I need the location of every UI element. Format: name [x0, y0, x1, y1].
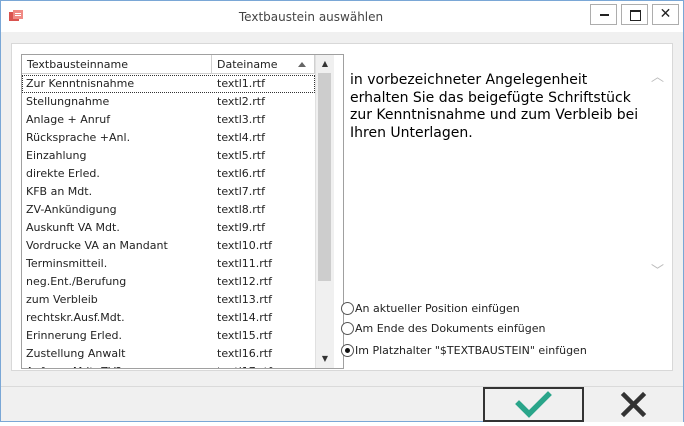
row-file: textl6.rtf: [217, 167, 265, 180]
sort-ascending-icon: [298, 62, 306, 67]
table-row[interactable]: Zustellung Anwalt textl16.rtf: [22, 345, 315, 363]
preview-scroll-down-icon[interactable]: ﹀: [651, 260, 664, 279]
table-row[interactable]: Anfrage Mdt. ZV? textl17.rtf: [22, 363, 315, 368]
radio-button[interactable]: [341, 302, 354, 315]
row-name: Auskunft VA Mdt.: [26, 221, 120, 234]
table-row[interactable]: Stellungnahme textl2.rtf: [22, 93, 315, 111]
maximize-icon: [630, 10, 641, 21]
row-name: Erinnerung Erled.: [26, 329, 122, 342]
table-row[interactable]: Vordrucke VA an Mandant textl10.rtf: [22, 237, 315, 255]
row-name: Zur Kenntnisnahme: [26, 77, 135, 90]
table-row[interactable]: ZV-Ankündigung textl8.rtf: [22, 201, 315, 219]
row-name: zum Verbleib: [26, 293, 98, 306]
radio-label: An aktueller Position einfügen: [355, 302, 520, 315]
table-row[interactable]: direkte Erled. textl6.rtf: [22, 165, 315, 183]
column-header-name[interactable]: Textbausteinname: [22, 55, 212, 74]
table-row[interactable]: Zur Kenntnisnahme textl1.rtf: [22, 75, 315, 93]
row-file: textl16.rtf: [217, 347, 272, 360]
table-row[interactable]: Terminsmitteil. textl11.rtf: [22, 255, 315, 273]
close-icon: ✕: [659, 6, 672, 22]
row-name: Vordrucke VA an Mandant: [26, 239, 168, 252]
table-row[interactable]: neg.Ent./Berufung textl12.rtf: [22, 273, 315, 291]
row-name: rechtskr.Ausf.Mdt.: [26, 311, 125, 324]
dialog-window: Textbaustein auswählen ✕ Textbausteinnam…: [0, 0, 684, 422]
minimize-button[interactable]: [590, 4, 617, 25]
row-name: Rücksprache +Anl.: [26, 131, 131, 144]
row-file: textl15.rtf: [217, 329, 272, 342]
row-file: textl13.rtf: [217, 293, 272, 306]
table-row[interactable]: zum Verbleib textl13.rtf: [22, 291, 315, 309]
row-name: neg.Ent./Berufung: [26, 275, 127, 288]
table-row[interactable]: Auskunft VA Mdt. textl9.rtf: [22, 219, 315, 237]
table-row[interactable]: Einzahlung textl5.rtf: [22, 147, 315, 165]
row-name: Einzahlung: [26, 149, 87, 162]
table-row[interactable]: KFB an Mdt. textl7.rtf: [22, 183, 315, 201]
cancel-button[interactable]: [584, 387, 683, 422]
table-row[interactable]: Erinnerung Erled. textl15.rtf: [22, 327, 315, 345]
radio-button[interactable]: [341, 322, 354, 335]
x-icon: [620, 391, 647, 418]
preview-text: in vorbezeichneter Angelegenheit erhalte…: [350, 72, 639, 141]
row-file: textl4.rtf: [217, 131, 265, 144]
radio-label: Im Platzhalter "$TEXTBAUSTEIN" einfügen: [355, 344, 587, 357]
row-file: textl3.rtf: [217, 113, 265, 126]
row-file: textl10.rtf: [217, 239, 272, 252]
row-file: textl5.rtf: [217, 149, 265, 162]
table-rows: Zur Kenntnisnahme textl1.rtf Stellungnahme…: [22, 75, 315, 368]
row-name: direkte Erled.: [26, 167, 100, 180]
preview-scroll-up-icon[interactable]: ︿: [651, 66, 664, 85]
maximize-button[interactable]: [621, 4, 648, 25]
close-window-button[interactable]: ✕: [652, 4, 679, 25]
row-file: textl8.rtf: [217, 203, 265, 216]
row-file: textl7.rtf: [217, 185, 265, 198]
table-row[interactable]: Rücksprache +Anl. textl4.rtf: [22, 129, 315, 147]
radio-selected-dot: [345, 348, 350, 353]
text-module-list[interactable]: Textbausteinname Dateiname Zur Kenntnisn…: [21, 54, 344, 369]
row-name: Zustellung Anwalt: [26, 347, 126, 360]
row-name: Anfrage Mdt. ZV?: [26, 363, 122, 368]
row-file: textl2.rtf: [217, 95, 265, 108]
scroll-down-icon[interactable]: ▼: [318, 352, 332, 366]
radio-label: Am Ende des Dokuments einfügen: [355, 322, 546, 335]
row-name: Stellungnahme: [26, 95, 110, 108]
table-row[interactable]: rechtskr.Ausf.Mdt. textl14.rtf: [22, 309, 315, 327]
row-file: textl17.rtf: [217, 363, 272, 368]
scroll-thumb[interactable]: [318, 73, 331, 281]
row-file: textl11.rtf: [217, 257, 272, 270]
row-name: Anlage + Anruf: [26, 113, 111, 126]
window-title: Textbaustein auswählen: [238, 10, 384, 24]
row-file: textl1.rtf: [217, 77, 265, 90]
title-bar: Textbaustein auswählen ✕: [1, 1, 683, 32]
row-name: KFB an Mdt.: [26, 185, 93, 198]
column-header-file[interactable]: Dateiname: [212, 55, 315, 74]
main-panel: Textbausteinname Dateiname Zur Kenntnisn…: [11, 43, 673, 371]
table-row[interactable]: Anlage + Anruf textl3.rtf: [22, 111, 315, 129]
minimize-icon: [600, 14, 609, 16]
radio-button[interactable]: [341, 344, 354, 357]
row-file: textl14.rtf: [217, 311, 272, 324]
list-scrollbar[interactable]: ▲ ▼: [315, 55, 334, 368]
row-name: ZV-Ankündigung: [26, 203, 117, 216]
ok-button[interactable]: [483, 387, 584, 422]
row-name: Terminsmitteil.: [26, 257, 108, 270]
row-file: textl12.rtf: [217, 275, 272, 288]
column-header-file-label: Dateiname: [217, 58, 278, 71]
checkmark-icon: [515, 391, 552, 418]
scroll-up-icon[interactable]: ▲: [318, 57, 332, 71]
row-file: textl9.rtf: [217, 221, 265, 234]
